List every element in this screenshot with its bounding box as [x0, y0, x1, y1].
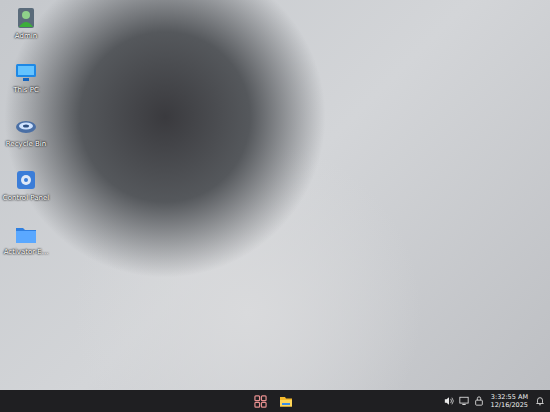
- desktop-screen: Admin This PC Recycle Bin Control Panel Acti…: [0, 0, 550, 412]
- security-icon: [474, 396, 484, 406]
- desktop-icon[interactable]: Control Panel: [0, 166, 52, 214]
- file-explorer-icon: [279, 394, 293, 408]
- wallpaper: [0, 0, 550, 390]
- taskbar-button[interactable]: [250, 391, 270, 411]
- user-icon: [14, 6, 38, 30]
- desktop-icon-label: Activator-E...: [4, 248, 49, 256]
- volume-icon: [444, 396, 454, 406]
- desktop-icon[interactable]: Admin: [0, 4, 52, 52]
- clock-time: 3:32:55 AM: [491, 393, 528, 401]
- desktop: Admin This PC Recycle Bin Control Panel Acti…: [0, 0, 550, 390]
- tray-button[interactable]: [443, 392, 455, 410]
- desktop-icon[interactable]: Recycle Bin: [0, 112, 52, 160]
- pc-icon: [14, 60, 38, 84]
- desktop-icons: Admin This PC Recycle Bin Control Panel Acti…: [0, 0, 52, 268]
- tray-button[interactable]: [473, 392, 485, 410]
- desktop-icon-label: Control Panel: [3, 194, 49, 202]
- desktop-icon-label: Recycle Bin: [6, 140, 46, 148]
- system-tray: 3:32:55 AM12/16/2025: [443, 392, 546, 410]
- desktop-icon-label: This PC: [13, 86, 39, 94]
- clock[interactable]: 3:32:55 AM12/16/2025: [488, 393, 531, 409]
- taskbar-button[interactable]: [276, 391, 296, 411]
- clock-date: 12/16/2025: [491, 401, 528, 409]
- desktop-icon[interactable]: This PC: [0, 58, 52, 106]
- start-icon: [254, 395, 267, 408]
- network-icon: [459, 396, 469, 406]
- taskbar: 3:32:55 AM12/16/2025: [0, 390, 550, 412]
- taskbar-apps: [250, 390, 296, 412]
- folder-icon: [14, 222, 38, 246]
- recycle-icon: [14, 114, 38, 138]
- control-icon: [14, 168, 38, 192]
- notifications-button[interactable]: [534, 392, 546, 410]
- desktop-icon-label: Admin: [15, 32, 37, 40]
- bell-icon: [535, 396, 545, 406]
- desktop-icon[interactable]: Activator-E...: [0, 220, 52, 268]
- tray-button[interactable]: [458, 392, 470, 410]
